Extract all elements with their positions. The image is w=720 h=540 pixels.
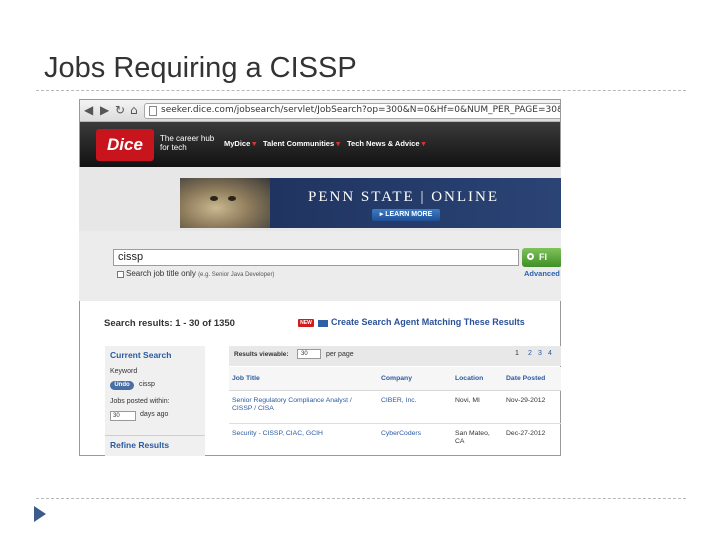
current-search-heading: Current Search bbox=[110, 350, 172, 360]
page-2[interactable]: 2 bbox=[528, 350, 532, 357]
find-button-label: FI bbox=[539, 252, 547, 262]
find-button[interactable]: FI bbox=[522, 248, 561, 267]
lion-statue-image bbox=[180, 178, 270, 228]
page-1[interactable]: 1 bbox=[515, 350, 519, 357]
bottom-divider bbox=[36, 498, 686, 499]
row1-date: Nov-29-2012 bbox=[506, 397, 546, 404]
new-badge: NEW bbox=[298, 319, 314, 327]
page-3[interactable]: 3 bbox=[538, 350, 542, 357]
results-per-page-select[interactable]: 30 bbox=[297, 349, 321, 359]
row1-location: Novi, MI bbox=[455, 397, 480, 404]
posted-within-label: Jobs posted within: bbox=[110, 398, 170, 405]
header-location[interactable]: Location bbox=[455, 375, 483, 382]
row-separator bbox=[229, 423, 561, 424]
row2-location: San Mateo, CA bbox=[455, 430, 490, 445]
row1-company[interactable]: CIBER, Inc. bbox=[381, 397, 417, 405]
days-ago-label: days ago bbox=[140, 411, 169, 418]
header-date-posted[interactable]: Date Posted bbox=[506, 375, 545, 382]
bullet-arrow-icon bbox=[34, 506, 46, 522]
search-icon bbox=[527, 253, 534, 260]
title-only-checkbox[interactable] bbox=[117, 271, 124, 278]
advanced-search-link[interactable]: Advanced bbox=[524, 269, 560, 278]
search-input[interactable]: cissp bbox=[113, 249, 519, 266]
days-select[interactable]: 30 bbox=[110, 411, 136, 421]
search-area bbox=[79, 231, 561, 301]
row2-title[interactable]: Security - CISSP, CIAC, GCIH bbox=[232, 430, 367, 438]
learn-more-button[interactable]: ▸ LEARN MORE bbox=[372, 209, 440, 221]
title-only-text: Search job title only bbox=[126, 269, 196, 278]
page-4[interactable]: 4 bbox=[548, 350, 552, 357]
header-company[interactable]: Company bbox=[381, 375, 412, 382]
lion-eye bbox=[210, 196, 218, 201]
mail-icon bbox=[318, 320, 328, 327]
results-viewable-label: Results viewable: bbox=[234, 351, 289, 358]
ad-banner[interactable]: PENN STATE | ONLINE ▸ LEARN MORE bbox=[180, 178, 561, 228]
results-count: Search results: 1 - 30 of 1350 bbox=[104, 318, 235, 329]
row1-title[interactable]: Senior Regulatory Compliance Analyst / C… bbox=[232, 397, 367, 413]
banner-title: PENN STATE | ONLINE bbox=[308, 189, 500, 205]
slide-title: Jobs Requiring a CISSP bbox=[44, 52, 357, 84]
row2-date: Dec-27-2012 bbox=[506, 430, 546, 437]
undo-button[interactable]: Undo bbox=[110, 381, 134, 390]
lion-eye bbox=[228, 196, 236, 201]
header-job-title[interactable]: Job Title bbox=[232, 375, 260, 382]
title-only-hint: (e.g. Senior Java Developer) bbox=[198, 272, 275, 278]
refine-results-heading[interactable]: Refine Results bbox=[110, 440, 169, 450]
top-divider bbox=[36, 90, 686, 91]
title-only-label: Search job title only (e.g. Senior Java … bbox=[126, 269, 274, 278]
keyword-value: cissp bbox=[139, 381, 155, 388]
row2-company[interactable]: CyberCoders bbox=[381, 430, 421, 438]
page-content: PENN STATE | ONLINE ▸ LEARN MORE cissp F… bbox=[79, 99, 561, 456]
per-page-label: per page bbox=[326, 351, 354, 358]
panel-divider bbox=[105, 435, 205, 436]
keyword-label: Keyword bbox=[110, 368, 138, 375]
create-agent-link[interactable]: Create Search Agent Matching These Resul… bbox=[331, 317, 525, 327]
